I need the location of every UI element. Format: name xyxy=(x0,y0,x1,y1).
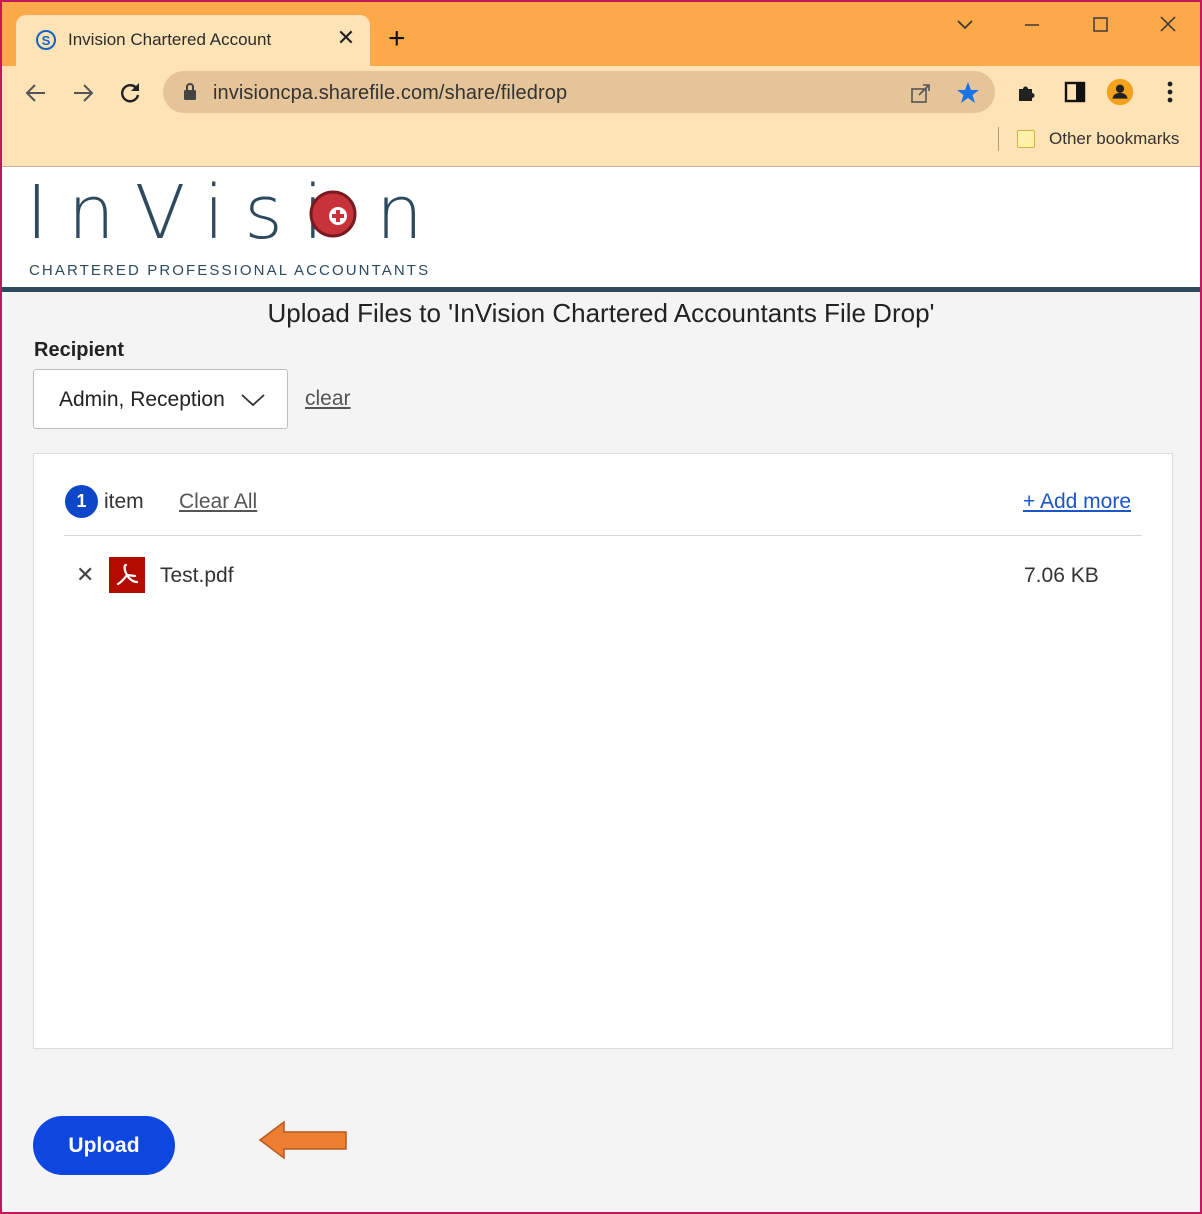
maximize-icon[interactable] xyxy=(1085,10,1115,40)
item-count-label: item xyxy=(104,490,144,513)
clear-recipient-link[interactable]: clear xyxy=(305,387,351,411)
clear-all-link[interactable]: Clear All xyxy=(179,490,257,514)
side-panel-icon[interactable] xyxy=(1061,78,1089,106)
minimize-icon[interactable] xyxy=(1017,10,1047,40)
logo-text-left: InVisi xyxy=(26,172,343,252)
item-count-badge: 1 xyxy=(65,485,98,518)
chevron-down-icon xyxy=(240,392,266,413)
other-bookmarks-link[interactable]: Other bookmarks xyxy=(1049,129,1179,149)
profile-avatar-icon[interactable] xyxy=(1106,78,1134,106)
browser-tab[interactable]: S Invision Chartered Account ✕ xyxy=(16,15,370,66)
remove-file-icon[interactable]: ✕ xyxy=(76,564,94,586)
add-more-link[interactable]: + Add more xyxy=(1023,490,1131,514)
url-text[interactable]: invisioncpa.sharefile.com/share/filedrop xyxy=(213,82,567,105)
file-list-panel: 1 item Clear All + Add more ✕ Test.pdf 7… xyxy=(33,453,1173,1049)
logo-subtitle: CHARTERED PROFESSIONAL ACCOUNTANTS xyxy=(29,262,431,279)
sharefile-favicon-icon: S xyxy=(36,30,56,50)
bookmark-star-icon[interactable] xyxy=(955,80,981,111)
upload-button[interactable]: Upload xyxy=(33,1116,175,1175)
invision-logo[interactable]: InVisi n xyxy=(26,170,426,257)
file-row: ✕ Test.pdf 7.06 KB xyxy=(64,554,1142,598)
tab-title: Invision Chartered Account xyxy=(68,30,272,49)
browser-menu-kebab-icon[interactable] xyxy=(1156,78,1184,106)
address-bar[interactable]: invisioncpa.sharefile.com/share/filedrop xyxy=(163,71,995,113)
back-icon[interactable] xyxy=(21,78,51,108)
reload-icon[interactable] xyxy=(115,78,145,108)
pdf-file-icon xyxy=(109,557,145,593)
file-size: 7.06 KB xyxy=(1024,564,1099,587)
recipient-dropdown[interactable]: Admin, Reception xyxy=(33,369,288,429)
lock-icon[interactable] xyxy=(181,82,199,107)
annotation-arrow-icon xyxy=(258,1120,350,1167)
recipient-label: Recipient xyxy=(34,339,125,361)
browser-toolbar: invisioncpa.sharefile.com/share/filedrop… xyxy=(0,66,1202,166)
tab-close-icon[interactable]: ✕ xyxy=(334,26,358,50)
bookmarks-separator xyxy=(998,127,999,151)
share-icon[interactable] xyxy=(909,81,933,110)
tab-search-chevron-icon[interactable] xyxy=(950,10,980,40)
forward-icon[interactable] xyxy=(68,78,98,108)
close-window-icon[interactable] xyxy=(1153,10,1183,40)
file-name: Test.pdf xyxy=(160,564,234,587)
logo-text-right: n xyxy=(376,172,423,252)
new-tab-button[interactable]: + xyxy=(388,24,406,54)
panel-divider xyxy=(64,535,1142,536)
extensions-puzzle-icon[interactable] xyxy=(1013,78,1041,106)
page-title: Upload Files to 'InVision Chartered Acco… xyxy=(267,298,935,328)
browser-titlebar: S Invision Chartered Account ✕ + xyxy=(0,0,1202,66)
recipient-value: Admin, Reception xyxy=(59,388,225,411)
bookmark-folder-icon[interactable] xyxy=(1017,130,1035,148)
